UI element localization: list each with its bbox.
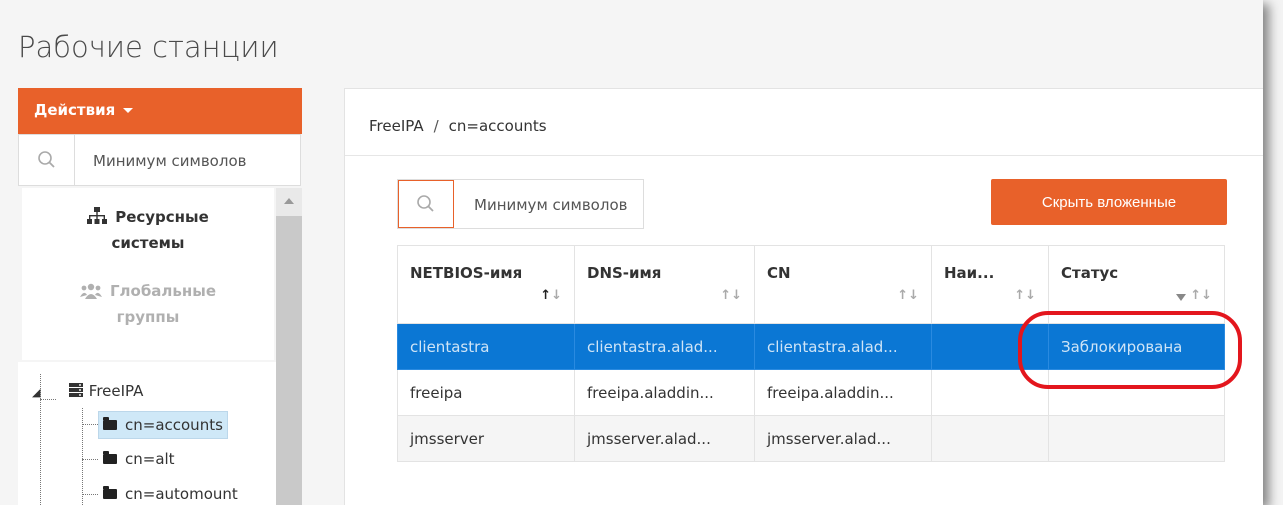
page-title: Рабочие станции <box>18 30 279 64</box>
tree-connector <box>82 459 98 460</box>
filter-sort-icon[interactable]: ↑↓ <box>1176 288 1212 303</box>
window: Рабочие станции Действия Ресурсные систе… <box>0 0 1263 505</box>
breadcrumb-item-current: cn=accounts <box>448 117 547 135</box>
table-cell: jmsserver.alad... <box>754 415 932 462</box>
sidebar-item-global-groups[interactable]: Глобальные группы <box>22 278 274 330</box>
divider <box>345 155 1263 156</box>
scrollbar-thumb[interactable] <box>276 216 302 505</box>
sidebar-scrollbar[interactable] <box>276 188 302 505</box>
sort-icon[interactable]: ↑↓ <box>897 288 919 303</box>
column-header-label: DNS-имя <box>587 264 662 282</box>
scroll-up-icon[interactable] <box>284 198 294 204</box>
sitemap-icon <box>87 207 108 224</box>
folder-icon <box>103 486 117 499</box>
column-header-netbios[interactable]: NETBIOS-имя ↑↓ <box>397 245 575 324</box>
tree-node-label: FreeIPA <box>88 382 144 400</box>
sort-icon[interactable]: ↑↓ <box>720 288 742 303</box>
column-header-label: Статус <box>1061 264 1119 282</box>
tree-node-label: cn=automount <box>125 485 238 503</box>
tree-node-cn-accounts[interactable]: cn=accounts <box>98 411 228 439</box>
status-cell <box>1048 415 1225 462</box>
filter-icon[interactable] <box>1176 294 1187 301</box>
tree-node-label-box: cn=accounts <box>98 411 228 439</box>
tree-view: ◢ FreeIPA cn=accounts cn=alt cn=automoun… <box>18 362 276 505</box>
tree-node-label: cn=alt <box>125 450 175 468</box>
table-cell: clientastra.alad... <box>754 323 932 370</box>
table-cell: freeipa.aladdin... <box>574 369 755 416</box>
tree-node-cn-automount[interactable]: cn=automount <box>103 481 238 505</box>
sort-asc-icon[interactable]: ↑↓ <box>540 288 562 303</box>
table-search <box>397 179 644 229</box>
breadcrumb-item[interactable]: FreeIPA <box>369 117 424 135</box>
column-header-label: CN <box>767 264 791 282</box>
sidebar-item-resource-systems[interactable]: Ресурсные системы <box>22 204 274 256</box>
tree-node-cn-alt[interactable]: cn=alt <box>103 446 175 472</box>
sort-icon[interactable]: ↑↓ <box>1014 288 1036 303</box>
table-cell <box>931 415 1049 462</box>
tree-connector <box>82 494 98 495</box>
table-row[interactable]: jmsserver jmsserver.alad... jmsserver.al… <box>397 415 1225 462</box>
sidebar-item-label: Ресурсные <box>115 208 209 226</box>
server-icon <box>68 383 83 397</box>
folder-icon <box>103 451 117 464</box>
table-cell <box>931 369 1049 416</box>
sidebar-nav: Ресурсные системы Глобальные группы <box>22 188 274 360</box>
table-cell: jmsserver.alad... <box>574 415 755 462</box>
tree-node-label: cn=accounts <box>125 416 223 434</box>
hide-nested-button[interactable]: Скрыть вложенные <box>991 179 1227 225</box>
tree-connector <box>82 408 83 505</box>
caret-down-icon <box>123 108 134 113</box>
breadcrumb: FreeIPA / cn=accounts <box>369 117 547 135</box>
column-header-status[interactable]: Статус ↑↓ <box>1048 245 1225 324</box>
sidebar-item-label: Глобальные <box>109 282 217 300</box>
table-row[interactable]: clientastra clientastra.alad... clientas… <box>397 323 1225 370</box>
actions-label: Действия <box>34 101 116 119</box>
tree-connector <box>82 424 98 425</box>
actions-dropdown-button[interactable]: Действия <box>18 88 302 134</box>
column-header-cn[interactable]: CN ↑↓ <box>754 245 932 324</box>
table-cell: freeipa <box>397 369 575 416</box>
sidebar-item-label-2: системы <box>111 234 185 252</box>
column-header-label: Наи... <box>944 264 995 282</box>
folder-icon <box>103 417 117 430</box>
table-cell: freeipa.aladdin... <box>754 369 932 416</box>
status-cell <box>1048 369 1225 416</box>
users-icon <box>79 283 102 299</box>
table-cell: clientastra.alad... <box>574 323 755 370</box>
sidebar-search <box>18 134 301 186</box>
main-panel: FreeIPA / cn=accounts Скрыть вложенные NET… <box>344 88 1263 505</box>
search-icon[interactable] <box>398 180 454 228</box>
status-cell: Заблокирована <box>1048 323 1225 370</box>
tree-node-root[interactable]: ◢ FreeIPA <box>32 378 143 404</box>
search-icon[interactable] <box>19 135 75 185</box>
breadcrumb-separator: / <box>433 117 439 135</box>
column-header-dns[interactable]: DNS-имя ↑↓ <box>574 245 755 324</box>
table-cell: clientastra <box>397 323 575 370</box>
tree-expand-icon[interactable]: ◢ <box>32 380 42 406</box>
workstations-table: NETBIOS-имя ↑↓ DNS-имя ↑↓ CN ↑↓ Наи... ↑↓ Ст… <box>397 245 1225 462</box>
column-header-name[interactable]: Наи... ↑↓ <box>931 245 1049 324</box>
table-row[interactable]: freeipa freeipa.aladdin... freeipa.aladd… <box>397 369 1225 416</box>
table-search-input[interactable] <box>472 190 636 220</box>
table-cell: jmsserver <box>397 415 575 462</box>
sidebar-search-input[interactable] <box>91 145 295 177</box>
column-header-label: NETBIOS-имя <box>410 264 523 282</box>
sidebar-item-label-2: группы <box>116 308 180 326</box>
table-cell <box>931 323 1049 370</box>
